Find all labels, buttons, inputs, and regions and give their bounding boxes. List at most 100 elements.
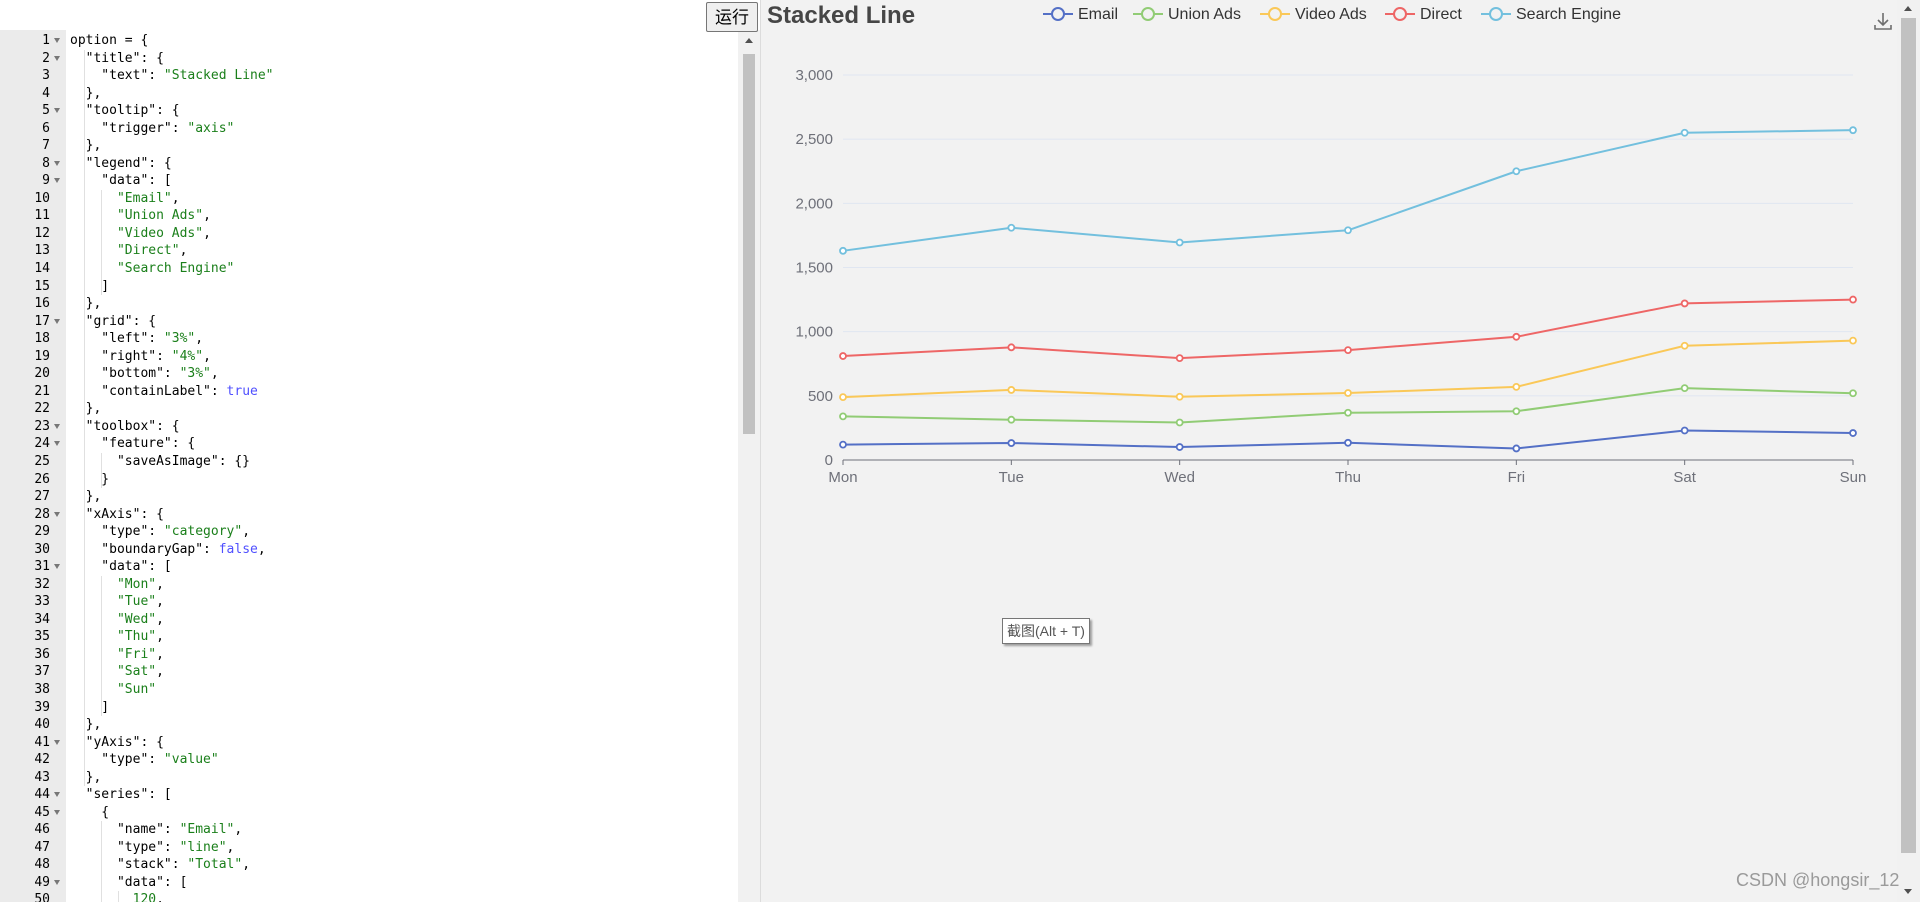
code-line[interactable]: "legend": { [70,155,172,173]
scroll-up-arrow-icon[interactable] [745,38,753,43]
code-line[interactable]: "data": [ [70,558,171,576]
code-line[interactable]: "Search Engine" [70,260,234,278]
code-line[interactable]: }, [70,488,102,506]
code-line[interactable]: "trigger": "axis" [70,120,234,138]
fold-arrow-icon[interactable] [54,441,60,447]
code-editor[interactable]: 1 2 3 4 5 6 7 8 9 10 11 12 13 14 15 16 17 18 19 20 21 22 23 24 2… [0,30,760,902]
code-line[interactable]: "Email", [70,190,180,208]
code-line[interactable]: ] [70,278,109,296]
code-token: }, [70,296,102,312]
code-line[interactable]: "text": "Stacked Line" [70,67,273,85]
code-line[interactable]: ] [70,699,109,717]
fold-arrow-icon[interactable] [54,318,60,324]
code-token: "Sun" [70,681,157,697]
code-line[interactable]: }, [70,400,102,418]
code-token: , [156,629,164,645]
page-scroll-down-icon[interactable] [1904,889,1912,894]
data-point [1849,336,1857,345]
code-line[interactable]: }, [70,85,102,103]
line-number: 3 [42,68,50,84]
code-line[interactable]: "data": [ [70,172,171,190]
code-line[interactable]: }, [70,295,102,313]
code-line[interactable]: "data": [ [70,874,187,892]
code-token: "Mon" [70,576,157,592]
fold-arrow-icon[interactable] [54,55,60,61]
code-line[interactable]: "saveAsImage": {} [70,453,250,471]
editor-scrollbar[interactable] [738,30,760,902]
code-token: "4%" [171,348,204,364]
x-tick-label: Mon [828,469,857,486]
run-button[interactable]: 运行 [706,2,758,32]
code-line[interactable]: "Video Ads", [70,225,211,243]
code-line[interactable]: "tooltip": { [70,102,180,120]
fold-arrow-icon[interactable] [54,178,60,184]
indent-guide [101,575,102,717]
legend-line-circle-icon [1481,7,1511,21]
code-line[interactable]: { [70,804,109,822]
code-line[interactable]: option = { [70,32,148,50]
code-line[interactable]: }, [70,716,102,734]
code-line[interactable]: 120, [70,891,164,902]
fold-arrow-icon[interactable] [54,423,60,429]
code-line[interactable]: "Direct", [70,242,187,260]
data-point [1849,429,1857,437]
editor-scrollbar-thumb[interactable] [743,54,755,434]
fold-arrow-icon[interactable] [54,511,60,517]
code-line[interactable]: "boundaryGap": false, [70,541,266,559]
data-point [839,412,847,421]
fold-arrow-icon[interactable] [54,160,60,166]
data-point [1512,167,1521,176]
line-number: 37 [34,664,50,680]
screenshot-shortcut-tooltip: 截图(Alt + T) [1002,618,1090,644]
fold-arrow-icon[interactable] [54,38,60,43]
code-token: "tooltip": { [70,103,180,119]
code-line[interactable]: "bottom": "3%", [70,365,218,383]
page-scrollbar-thumb[interactable] [1901,18,1916,853]
code-line[interactable]: "right": "4%", [70,348,211,366]
code-token: "Email" [70,190,172,206]
data-point [1849,295,1857,304]
code-line[interactable]: }, [70,137,102,155]
code-token: , [257,541,266,557]
code-line[interactable]: "Union Ads", [70,207,211,225]
code-line[interactable]: "Sun" [70,681,156,699]
code-line[interactable]: "containLabel": true [70,383,258,401]
code-line[interactable]: "name": "Email", [70,821,242,839]
watermark: CSDN @hongsir_12 [1736,870,1900,890]
page-scrollbar[interactable] [1897,0,1920,902]
code-token: false [218,541,258,557]
data-point [1512,407,1521,416]
code-line[interactable]: "feature": { [70,435,195,453]
code-token: , [195,331,204,347]
code-token: "line" [179,839,227,855]
page-scroll-up-icon[interactable] [1904,6,1912,11]
line-number: 14 [34,261,50,277]
data-point [1007,343,1016,352]
code-line[interactable]: "type": "category", [70,523,250,541]
fold-arrow-icon[interactable] [54,739,60,745]
y-tick-label: 0 [825,452,833,469]
code-token: "Sat" [70,664,157,680]
code-line[interactable]: }, [70,769,102,787]
code-line[interactable]: "toolbox": { [70,418,180,436]
code-line[interactable]: } [70,471,109,489]
code-token: }, [70,401,102,417]
line-number: 17 [34,313,50,329]
code-line[interactable]: "type": "line", [70,839,234,857]
code-line[interactable]: "type": "value" [70,751,218,769]
fold-arrow-icon[interactable] [54,879,60,885]
fold-arrow-icon[interactable] [54,108,60,114]
code-token: option = { [70,33,149,48]
fold-arrow-icon[interactable] [54,792,60,798]
y-tick-label: 2,500 [795,131,833,148]
code-token: "3%" [163,331,196,347]
data-point [1344,438,1352,447]
code-line[interactable]: "series": [ [70,786,172,804]
fold-arrow-icon[interactable] [54,564,60,570]
code-line[interactable]: "left": "3%", [70,330,203,348]
code-line[interactable]: "stack": "Total", [70,856,250,874]
fold-arrow-icon[interactable] [54,809,60,815]
data-point [1344,408,1352,417]
code-line[interactable]: "grid": { [70,313,156,331]
download-icon[interactable] [1872,10,1894,32]
